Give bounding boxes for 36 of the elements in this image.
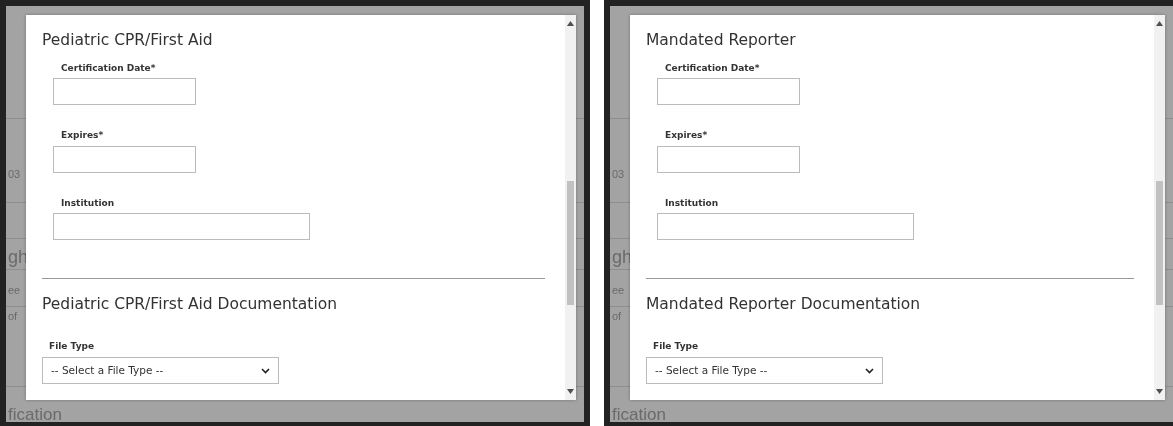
background-text: of [612,309,622,324]
background-text: fication [8,404,62,422]
scrollbar[interactable] [565,15,576,400]
scroll-thumb[interactable] [567,181,574,305]
field-label: File Type [49,339,96,353]
scroll-down-icon[interactable] [567,389,574,394]
chevron-down-icon [865,367,874,374]
text-field[interactable] [53,78,196,106]
field-label: Expires* [61,129,105,143]
field-label: Certification Date* [61,61,157,75]
text-field[interactable] [657,213,914,241]
field-label: Certification Date* [665,61,761,75]
background-text: fication [612,404,666,422]
file-type-dropdown[interactable]: -- Select a File Type -- [42,357,279,385]
chevron-down-icon [261,367,270,374]
file-type-dropdown[interactable]: -- Select a File Type -- [646,357,883,385]
scroll-up-icon[interactable] [567,21,574,26]
section-heading: Pediatric CPR/First Aid [42,31,214,50]
text-field[interactable] [53,213,310,241]
section-heading: Mandated Reporter Documentation [646,295,922,314]
scrollbar[interactable] [1154,15,1165,400]
text-field[interactable] [657,78,800,106]
background-text: of [8,309,18,324]
text-field[interactable] [53,145,196,173]
field-label: Institution [61,196,116,210]
field-label: Expires* [665,129,709,143]
text-field[interactable] [657,145,800,173]
field-label: File Type [653,339,700,353]
scroll-down-icon[interactable] [1156,389,1163,394]
section-heading: Mandated Reporter [646,31,797,50]
background-text: 03 [612,167,625,182]
field-label: Institution [665,196,720,210]
scroll-up-icon[interactable] [1156,21,1163,26]
background-text: 03 [8,167,21,182]
section-heading: Pediatric CPR/First Aid Documentation [42,295,339,314]
scroll-thumb[interactable] [1156,181,1163,305]
